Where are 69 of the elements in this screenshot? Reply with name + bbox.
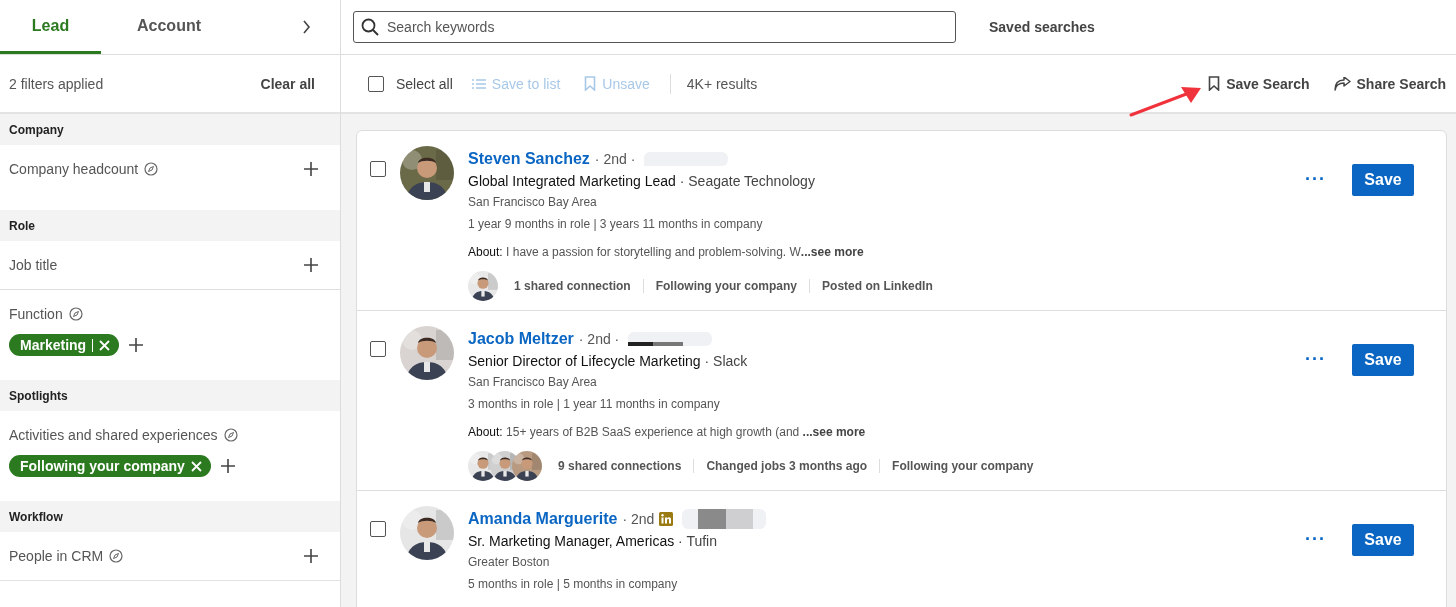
lead-headline: Senior Director of Lifecycle Marketing · Slack bbox=[468, 353, 748, 369]
close-icon[interactable] bbox=[190, 460, 202, 472]
search-icon bbox=[361, 18, 379, 36]
bookmark-icon bbox=[584, 76, 597, 91]
insight-text: Posted on LinkedIn bbox=[822, 279, 933, 293]
bookmark-icon bbox=[1208, 76, 1221, 91]
share-icon bbox=[1333, 76, 1351, 91]
plus-icon[interactable] bbox=[304, 258, 318, 272]
filter-chip[interactable]: Following your company bbox=[9, 455, 211, 477]
select-all-label: Select all bbox=[396, 75, 453, 92]
see-more-link[interactable]: ...see more bbox=[800, 245, 864, 259]
lead-location: San Francisco Bay Area bbox=[468, 374, 598, 391]
more-options-button[interactable]: ··· bbox=[1305, 524, 1326, 554]
filter-label: People in CRM bbox=[9, 548, 104, 564]
lead-name[interactable]: Jacob Meltzer bbox=[468, 330, 574, 348]
filter-chip[interactable]: Marketing bbox=[9, 334, 120, 356]
saved-searches-button[interactable]: Saved searches bbox=[989, 19, 1095, 35]
checkbox[interactable] bbox=[368, 75, 384, 92]
see-more-link[interactable]: ...see more bbox=[802, 425, 866, 439]
filter-label: Activities and shared experiences bbox=[9, 427, 218, 443]
filter-label: Function bbox=[9, 306, 63, 322]
tab[interactable]: Account bbox=[101, 0, 237, 54]
search-field[interactable]: Search keywords bbox=[353, 11, 956, 43]
about-text: About: I have a passion for storytelling and problem-solving. W bbox=[468, 245, 801, 259]
more-options-button[interactable]: ··· bbox=[1305, 344, 1326, 374]
save-search-button[interactable]: Save Search bbox=[1208, 75, 1310, 92]
insight-text: Following your company bbox=[892, 459, 1034, 473]
lead-tenure: 5 months in role | 5 months in company bbox=[468, 576, 679, 593]
clear-all-button[interactable]: Clear all bbox=[260, 75, 315, 92]
filter-label: Job title bbox=[9, 257, 58, 273]
about-text: About: 15+ years of B2B SaaS experience at high growth (and bbox=[468, 425, 801, 439]
insight-text: Changed jobs 3 months ago bbox=[706, 459, 868, 473]
share-search-button[interactable]: Share Search bbox=[1333, 75, 1446, 92]
section-header: Role bbox=[0, 210, 340, 241]
checkbox[interactable] bbox=[370, 521, 386, 537]
section-header: Company bbox=[0, 114, 340, 145]
close-icon[interactable] bbox=[99, 339, 111, 351]
results-count: 4K+ results bbox=[686, 75, 758, 92]
filters-count: 2 filters applied bbox=[9, 75, 104, 92]
checkbox[interactable] bbox=[370, 161, 386, 177]
connection-degree: · 2nd · bbox=[594, 151, 636, 167]
filter-label: Company headcount bbox=[9, 161, 139, 177]
connection-degree: · 2nd bbox=[622, 511, 655, 527]
plus-icon[interactable] bbox=[304, 162, 318, 176]
save-button[interactable]: Save bbox=[1352, 164, 1414, 196]
lead-location: Greater Boston bbox=[468, 554, 551, 571]
lead-tenure: 3 months in role | 1 year 11 months in company bbox=[468, 396, 721, 413]
lead-name[interactable]: Amanda Marguerite bbox=[468, 510, 618, 528]
lead-headline: Sr. Marketing Manager, Americas · Tufin bbox=[468, 533, 717, 549]
insight-text: Following your company bbox=[655, 279, 798, 293]
section-header: Spotlights bbox=[0, 380, 340, 411]
save-button[interactable]: Save bbox=[1352, 344, 1414, 376]
list-icon bbox=[471, 77, 486, 90]
insight-text: 9 shared connections bbox=[558, 459, 682, 473]
plus-icon[interactable] bbox=[129, 338, 144, 352]
checkbox[interactable] bbox=[370, 341, 386, 357]
save-button[interactable]: Save bbox=[1352, 524, 1414, 556]
lead-headline: Global Integrated Marketing Lead · Seagate Technology bbox=[468, 173, 815, 189]
lead-tenure: 1 year 9 months in role | 3 years 11 months in company bbox=[468, 216, 764, 233]
connection-degree: · 2nd · bbox=[578, 331, 620, 347]
plus-icon[interactable] bbox=[304, 549, 318, 563]
lead-name[interactable]: Steven Sanchez bbox=[468, 150, 590, 168]
tab[interactable]: Lead bbox=[0, 0, 101, 54]
more-options-button[interactable]: ··· bbox=[1305, 164, 1326, 194]
section-header: Workflow bbox=[0, 501, 340, 532]
plus-icon[interactable] bbox=[220, 459, 235, 473]
insight-text: 1 shared connection bbox=[514, 279, 631, 293]
chevron-right-icon[interactable] bbox=[302, 20, 311, 34]
lead-location: San Francisco Bay Area bbox=[468, 194, 598, 211]
